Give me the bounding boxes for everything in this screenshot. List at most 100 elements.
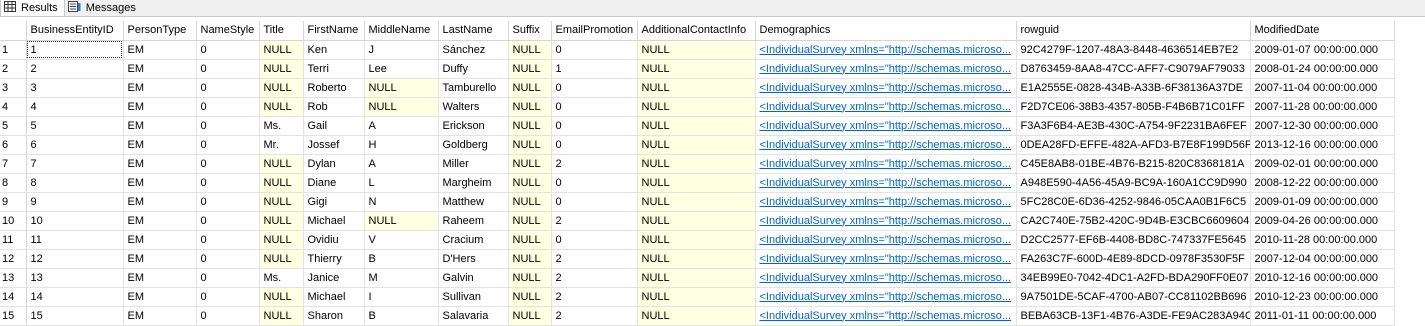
row-number[interactable]: 11 bbox=[0, 230, 27, 250]
table-row[interactable]: 14 14 EM 0 NULL Michael I Sullivan NULL 2 NULL <Ind… bbox=[0, 287, 1395, 307]
cell-namestyle: 0 bbox=[196, 116, 260, 136]
cell-namestyle: 0 bbox=[196, 78, 260, 98]
table-row[interactable]: 5 5 EM 0 Ms. Gail A Erickson NULL 0 NULL <Individua… bbox=[0, 116, 1395, 136]
cell-demographics[interactable]: <IndividualSurvey xmlns="http://schemas.… bbox=[755, 230, 1017, 250]
table-row[interactable]: 12 12 EM 0 NULL Thierry B D'Hers NULL 2 NULL <Indiv… bbox=[0, 249, 1395, 269]
row-number[interactable]: 13 bbox=[0, 268, 27, 288]
cell-businessentityid: 10 bbox=[26, 211, 124, 231]
table-row[interactable]: 13 13 EM 0 Ms. Janice M Galvin NULL 2 NULL <Individ… bbox=[0, 268, 1395, 288]
cell-demographics[interactable]: <IndividualSurvey xmlns="http://schemas.… bbox=[755, 306, 1017, 326]
table-row[interactable]: 1 1 EM 0 NULL Ken J Sánchez NULL 0 NULL <Individual… bbox=[0, 40, 1395, 60]
row-number[interactable]: 3 bbox=[0, 78, 27, 98]
cell-namestyle: 0 bbox=[196, 249, 260, 269]
cell-demographics[interactable]: <IndividualSurvey xmlns="http://schemas.… bbox=[755, 249, 1017, 269]
cell-persontype: EM bbox=[123, 211, 197, 231]
row-number[interactable]: 14 bbox=[0, 287, 27, 307]
tab-messages[interactable]: Messages bbox=[65, 0, 142, 16]
row-number[interactable]: 9 bbox=[0, 192, 27, 212]
table-row[interactable]: 2 2 EM 0 NULL Terri Lee Duffy NULL 1 NULL <Individu… bbox=[0, 59, 1395, 79]
cell-emailpromotion: 1 bbox=[551, 59, 638, 79]
cell-emailpromotion: 2 bbox=[551, 268, 638, 288]
table-row[interactable]: 15 15 EM 0 NULL Sharon B Salavaria NULL 2 NULL <Ind… bbox=[0, 306, 1395, 326]
column-header-businessentityid[interactable]: BusinessEntityID bbox=[26, 21, 124, 41]
column-header-additionalcontactinfo[interactable]: AdditionalContactInfo bbox=[637, 21, 756, 41]
cell-persontype: EM bbox=[123, 59, 197, 79]
row-number[interactable]: 7 bbox=[0, 154, 27, 174]
cell-title: NULL bbox=[259, 173, 304, 193]
cell-demographics[interactable]: <IndividualSurvey xmlns="http://schemas.… bbox=[755, 287, 1017, 307]
row-number[interactable]: 4 bbox=[0, 97, 27, 117]
cell-suffix: NULL bbox=[508, 287, 552, 307]
column-header-persontype[interactable]: PersonType bbox=[123, 21, 197, 41]
column-header-row-number[interactable] bbox=[0, 21, 27, 41]
tab-results-label: Results bbox=[21, 2, 58, 14]
cell-demographics[interactable]: <IndividualSurvey xmlns="http://schemas.… bbox=[755, 192, 1017, 212]
column-header-rowguid[interactable]: rowguid bbox=[1016, 21, 1251, 41]
cell-modifieddate: 2007-11-28 00:00:00.000 bbox=[1250, 97, 1395, 117]
table-row[interactable]: 9 9 EM 0 NULL Gigi N Matthew NULL 0 NULL <Individua… bbox=[0, 192, 1395, 212]
cell-demographics[interactable]: <IndividualSurvey xmlns="http://schemas.… bbox=[755, 211, 1017, 231]
cell-suffix: NULL bbox=[508, 116, 552, 136]
cell-firstname: Diane bbox=[303, 173, 365, 193]
cell-demographics[interactable]: <IndividualSurvey xmlns="http://schemas.… bbox=[755, 78, 1017, 98]
cell-businessentityid: 11 bbox=[26, 230, 124, 250]
cell-title: NULL bbox=[259, 97, 304, 117]
table-row[interactable]: 11 11 EM 0 NULL Ovidiu V Cracium NULL 0 NULL <Indiv… bbox=[0, 230, 1395, 250]
cell-persontype: EM bbox=[123, 306, 197, 326]
cell-rowguid: F3A3F6B4-AE3B-430C-A754-9F2231BA6FEF bbox=[1016, 116, 1251, 136]
cell-middlename: L bbox=[364, 173, 439, 193]
cell-additionalcontactinfo: NULL bbox=[637, 211, 756, 231]
cell-additionalcontactinfo: NULL bbox=[637, 230, 756, 250]
cell-businessentityid: 4 bbox=[26, 97, 124, 117]
table-row[interactable]: 8 8 EM 0 NULL Diane L Margheim NULL 0 NULL <Individ… bbox=[0, 173, 1395, 193]
cell-persontype: EM bbox=[123, 230, 197, 250]
table-row[interactable]: 7 7 EM 0 NULL Dylan A Miller NULL 2 NULL <Individua… bbox=[0, 154, 1395, 174]
cell-persontype: EM bbox=[123, 78, 197, 98]
cell-title: NULL bbox=[259, 211, 304, 231]
cell-persontype: EM bbox=[123, 97, 197, 117]
cell-suffix: NULL bbox=[508, 249, 552, 269]
cell-demographics[interactable]: <IndividualSurvey xmlns="http://schemas.… bbox=[755, 59, 1017, 79]
column-header-lastname[interactable]: LastName bbox=[438, 21, 509, 41]
cell-rowguid: D8763459-8AA8-47CC-AFF7-C9079AF79033 bbox=[1016, 59, 1251, 79]
column-header-firstname[interactable]: FirstName bbox=[303, 21, 365, 41]
cell-demographics[interactable]: <IndividualSurvey xmlns="http://schemas.… bbox=[755, 116, 1017, 136]
row-number[interactable]: 1 bbox=[0, 40, 27, 60]
cell-demographics[interactable]: <IndividualSurvey xmlns="http://schemas.… bbox=[755, 173, 1017, 193]
column-header-emailpromotion[interactable]: EmailPromotion bbox=[551, 21, 638, 41]
cell-demographics[interactable]: <IndividualSurvey xmlns="http://schemas.… bbox=[755, 40, 1017, 60]
table-row[interactable]: 4 4 EM 0 NULL Rob NULL Walters NULL 0 NULL <Individ… bbox=[0, 97, 1395, 117]
cell-emailpromotion: 0 bbox=[551, 192, 638, 212]
table-row[interactable]: 3 3 EM 0 NULL Roberto NULL Tamburello NULL 0 NULL <… bbox=[0, 78, 1395, 98]
cell-demographics[interactable]: <IndividualSurvey xmlns="http://schemas.… bbox=[755, 97, 1017, 117]
row-number[interactable]: 5 bbox=[0, 116, 27, 136]
row-number[interactable]: 2 bbox=[0, 59, 27, 79]
column-header-modifieddate[interactable]: ModifiedDate bbox=[1250, 21, 1395, 41]
table-row[interactable]: 6 6 EM 0 Mr. Jossef H Goldberg NULL 0 NULL <Individ… bbox=[0, 135, 1395, 155]
cell-additionalcontactinfo: NULL bbox=[637, 192, 756, 212]
column-header-demographics[interactable]: Demographics bbox=[755, 21, 1017, 41]
cell-rowguid: 0DEA28FD-EFFE-482A-AFD3-B7E8F199D56F bbox=[1016, 135, 1251, 155]
column-header-suffix[interactable]: Suffix bbox=[508, 21, 552, 41]
results-grid[interactable]: BusinessEntityID PersonType NameStyle Title… bbox=[0, 21, 1395, 326]
cell-persontype: EM bbox=[123, 116, 197, 136]
tab-results[interactable]: Results bbox=[0, 0, 65, 16]
cell-persontype: EM bbox=[123, 249, 197, 269]
row-number[interactable]: 8 bbox=[0, 173, 27, 193]
row-number[interactable]: 12 bbox=[0, 249, 27, 269]
cell-emailpromotion: 2 bbox=[551, 154, 638, 174]
column-header-middlename[interactable]: MiddleName bbox=[364, 21, 439, 41]
column-header-namestyle[interactable]: NameStyle bbox=[196, 21, 260, 41]
cell-title: NULL bbox=[259, 192, 304, 212]
cell-demographics[interactable]: <IndividualSurvey xmlns="http://schemas.… bbox=[755, 268, 1017, 288]
table-row[interactable]: 10 10 EM 0 NULL Michael NULL Raheem NULL 2 NULL <In… bbox=[0, 211, 1395, 231]
cell-rowguid: F2D7CE06-38B3-4357-805B-F4B6B71C01FF bbox=[1016, 97, 1251, 117]
row-number[interactable]: 10 bbox=[0, 211, 27, 231]
column-header-title[interactable]: Title bbox=[259, 21, 304, 41]
cell-demographics[interactable]: <IndividualSurvey xmlns="http://schemas.… bbox=[755, 154, 1017, 174]
row-number[interactable]: 6 bbox=[0, 135, 27, 155]
cell-demographics[interactable]: <IndividualSurvey xmlns="http://schemas.… bbox=[755, 135, 1017, 155]
cell-modifieddate: 2010-11-28 00:00:00.000 bbox=[1250, 230, 1395, 250]
cell-businessentityid: 7 bbox=[26, 154, 124, 174]
row-number[interactable]: 15 bbox=[0, 306, 27, 326]
